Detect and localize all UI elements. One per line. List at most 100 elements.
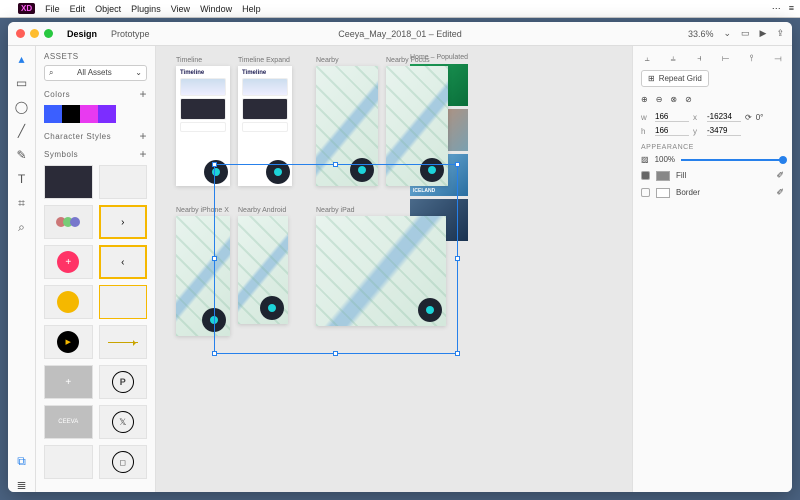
menu-object[interactable]: Object <box>95 4 121 14</box>
fill-checkbox[interactable] <box>641 171 650 180</box>
artboard[interactable]: Timeline <box>238 66 292 186</box>
zoom-level[interactable]: 33.6% <box>688 29 714 39</box>
selection-handle[interactable] <box>212 351 217 356</box>
artboard[interactable] <box>316 216 446 326</box>
symbol-item[interactable] <box>99 285 148 319</box>
menu-help[interactable]: Help <box>242 4 261 14</box>
align-center-v-icon[interactable]: ⫯ <box>746 52 758 64</box>
align-top-icon[interactable]: ⟝ <box>720 52 732 64</box>
align-bottom-icon[interactable]: ⟞ <box>772 52 784 64</box>
menu-extras-icon[interactable]: ⋯ <box>772 3 781 14</box>
menu-edit[interactable]: Edit <box>70 4 86 14</box>
tab-design[interactable]: Design <box>67 29 97 39</box>
x-input[interactable] <box>707 112 741 122</box>
artboard-label[interactable]: Nearby iPhone X <box>176 207 229 214</box>
artboard-label[interactable]: Timeline <box>176 57 202 64</box>
add-charstyle-button[interactable]: + <box>139 129 147 143</box>
add-symbol-button[interactable]: + <box>139 147 147 161</box>
rectangle-tool-icon[interactable]: ▭ <box>15 76 29 90</box>
menu-window[interactable]: Window <box>200 4 232 14</box>
bool-add-icon[interactable]: ⊕ <box>641 95 648 104</box>
symbol-item[interactable]: ‹ <box>99 245 148 279</box>
align-left-icon[interactable]: ⫠ <box>641 52 653 64</box>
y-input[interactable] <box>707 126 741 136</box>
height-input[interactable] <box>655 126 689 136</box>
artboard[interactable]: Timeline <box>176 66 230 186</box>
bool-subtract-icon[interactable]: ⊖ <box>656 95 663 104</box>
symbol-item[interactable] <box>99 325 148 359</box>
text-tool-icon[interactable]: T <box>15 172 29 186</box>
layers-panel-icon[interactable]: ≣ <box>15 478 29 492</box>
width-input[interactable] <box>655 112 689 122</box>
menu-list-icon[interactable]: ≡ <box>789 3 794 14</box>
xd-logo[interactable]: XD <box>18 3 35 14</box>
artboard[interactable] <box>238 216 288 324</box>
macos-menubar: XD File Edit Object Plugins View Window … <box>0 0 800 18</box>
selection-handle[interactable] <box>455 351 460 356</box>
charstyles-heading: Character Styles <box>44 132 111 141</box>
tab-prototype[interactable]: Prototype <box>111 29 150 39</box>
align-center-h-icon[interactable]: ⫨ <box>667 52 679 64</box>
select-tool-icon[interactable]: ▴ <box>15 52 29 66</box>
symbol-item[interactable]: › <box>99 205 148 239</box>
assets-filter-dropdown[interactable]: ⌕ All Assets ⌄ <box>44 65 147 81</box>
menu-view[interactable]: View <box>171 4 190 14</box>
selection-handle[interactable] <box>333 351 338 356</box>
share-icon[interactable]: ⇪ <box>776 28 784 39</box>
bool-exclude-icon[interactable]: ⊘ <box>685 95 692 104</box>
add-color-button[interactable]: + <box>139 87 147 101</box>
artboard[interactable] <box>316 66 378 186</box>
color-swatch[interactable] <box>98 105 116 123</box>
zoom-tool-icon[interactable]: ⌕ <box>15 220 29 234</box>
symbol-item[interactable]: ◻ <box>99 445 148 479</box>
symbol-item[interactable]: + <box>44 245 93 279</box>
opacity-slider[interactable] <box>681 159 784 161</box>
artboard-label[interactable]: Nearby Android <box>238 207 286 214</box>
chevron-down-icon[interactable]: ⌄ <box>723 28 731 39</box>
eyedropper-icon[interactable]: ✐ <box>776 170 784 181</box>
eyedropper-icon[interactable]: ✐ <box>776 187 784 198</box>
color-swatch[interactable] <box>80 105 98 123</box>
selection-handle[interactable] <box>455 256 460 261</box>
rotation-value[interactable]: 0° <box>756 113 764 122</box>
device-preview-icon[interactable]: ▭ <box>741 28 750 39</box>
rotate-icon[interactable]: ⟳ <box>745 113 752 122</box>
symbol-item[interactable] <box>44 205 93 239</box>
maximize-window-button[interactable] <box>44 29 53 38</box>
artboard-label[interactable]: Nearby iPad <box>316 207 355 214</box>
artboard[interactable] <box>386 66 448 186</box>
ellipse-tool-icon[interactable]: ◯ <box>15 100 29 114</box>
align-right-icon[interactable]: ⫞ <box>693 52 705 64</box>
assets-panel-icon[interactable]: ⧉ <box>15 454 29 468</box>
opacity-value[interactable]: 100% <box>655 155 675 164</box>
artboard-tool-icon[interactable]: ⌗ <box>15 196 29 210</box>
symbol-item[interactable]: 𝕏 <box>99 405 148 439</box>
menu-plugins[interactable]: Plugins <box>131 4 161 14</box>
border-checkbox[interactable] <box>641 188 650 197</box>
symbol-item[interactable]: + <box>44 365 93 399</box>
artboard-label[interactable]: Nearby <box>316 57 339 64</box>
artboard-label[interactable]: Timeline Expand <box>238 57 290 64</box>
artboard-label[interactable]: Nearby Focus <box>386 57 430 64</box>
border-swatch[interactable] <box>656 188 670 198</box>
repeat-grid-button[interactable]: ⊞ Repeat Grid <box>641 70 709 87</box>
play-preview-icon[interactable]: ▶ <box>760 28 767 39</box>
symbol-item[interactable] <box>99 165 148 199</box>
symbol-item[interactable] <box>44 165 93 199</box>
minimize-window-button[interactable] <box>30 29 39 38</box>
color-swatch[interactable] <box>62 105 80 123</box>
menu-file[interactable]: File <box>45 4 60 14</box>
color-swatch[interactable] <box>44 105 62 123</box>
design-canvas[interactable]: Home – Populated CUBAICELANDFRANCE Timel… <box>156 46 632 492</box>
line-tool-icon[interactable]: ╱ <box>15 124 29 138</box>
symbol-item[interactable] <box>44 285 93 319</box>
bool-intersect-icon[interactable]: ⊗ <box>670 95 677 104</box>
close-window-button[interactable] <box>16 29 25 38</box>
symbol-item[interactable]: CEEVA <box>44 405 93 439</box>
symbol-item[interactable]: P <box>99 365 148 399</box>
symbol-item[interactable]: ▶ <box>44 325 93 359</box>
pen-tool-icon[interactable]: ✎ <box>15 148 29 162</box>
artboard[interactable] <box>176 216 230 336</box>
fill-swatch[interactable] <box>656 171 670 181</box>
symbol-item[interactable] <box>44 445 93 479</box>
